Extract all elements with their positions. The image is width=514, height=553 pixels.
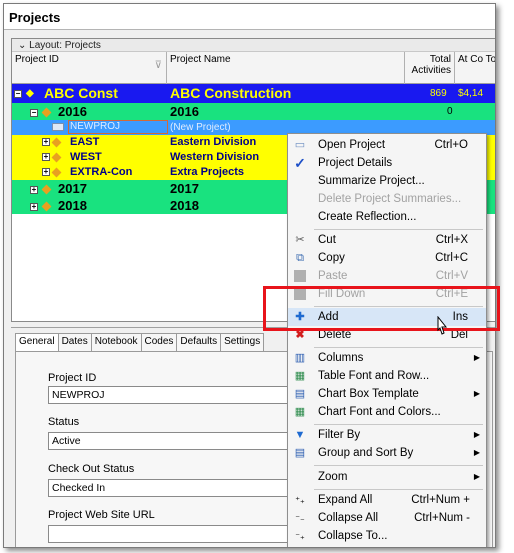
table-font-icon: ▦ — [294, 370, 306, 382]
menu-separator — [314, 424, 483, 425]
menu-item-create-reflection[interactable]: Create Reflection... — [288, 208, 486, 226]
projects-window: Projects ⌄ Layout: Projects Project ID ⊽… — [3, 3, 496, 548]
grid-header: Project ID ⊽ Project Name Total Activiti… — [12, 52, 495, 84]
submenu-arrow-icon: ▶ — [473, 448, 480, 457]
eps-node-icon — [40, 180, 53, 197]
window-title: Projects — [4, 4, 495, 30]
chart-font-icon: ▦ — [294, 406, 306, 418]
sort-icon: ⊽ — [154, 60, 162, 71]
chevron-down-icon[interactable]: ⌄ — [18, 40, 26, 51]
tab-codes[interactable]: Codes — [140, 333, 178, 351]
details-tabs: General Dates Notebook Codes Defaults Setting… — [15, 333, 265, 351]
menu-item-collapse-to[interactable]: ⁻₊ Collapse To... — [288, 527, 486, 545]
mouse-cursor-icon — [437, 316, 448, 335]
tab-dates[interactable]: Dates — [57, 333, 92, 351]
tab-notebook[interactable]: Notebook — [90, 333, 142, 351]
expand-icon[interactable]: + — [42, 165, 50, 180]
expand-icon[interactable]: + — [42, 135, 50, 150]
menu-item-chart-font[interactable]: ▦ Chart Font and Colors... — [288, 403, 486, 421]
table-row[interactable]: − ◆ ABC Const ABC Construction 869 $4,14 — [12, 84, 495, 103]
eps-icon: ◆ — [26, 88, 34, 99]
eps-node-icon — [40, 197, 53, 214]
web-url-label: Project Web Site URL — [48, 509, 155, 521]
column-total-activities[interactable]: Total Activities — [405, 52, 455, 84]
column-project-name[interactable]: Project Name — [167, 52, 405, 84]
menu-item-chart-box-template[interactable]: ▤ Chart Box Template ▶ — [288, 385, 486, 403]
table-row[interactable]: − 2016 2016 0 — [12, 103, 495, 120]
collapse-all-icon: ⁻₋ — [295, 513, 305, 523]
menu-separator — [314, 489, 483, 490]
checkout-status-label: Check Out Status — [48, 463, 135, 475]
menu-item-summarize-project[interactable]: Summarize Project... — [288, 172, 486, 190]
menu-separator — [314, 347, 483, 348]
columns-icon: ▥ — [294, 352, 306, 364]
highlight-box — [263, 286, 500, 331]
menu-item-cut[interactable]: ✂ Cut Ctrl+X — [288, 231, 486, 249]
menu-item-filter-by[interactable]: ▼ Filter By ▶ — [288, 426, 486, 444]
column-project-id[interactable]: Project ID ⊽ — [12, 52, 167, 84]
expand-all-icon: ⁺₊ — [295, 495, 305, 505]
submenu-arrow-icon: ▶ — [473, 353, 480, 362]
menu-item-delete-project-summaries[interactable]: Delete Project Summaries... — [288, 190, 486, 208]
tab-settings[interactable]: Settings — [220, 333, 265, 351]
menu-item-paste[interactable]: Paste Ctrl+V — [288, 267, 486, 285]
project-id-field[interactable]: NEWPROJ — [48, 386, 298, 404]
status-label: Status — [48, 416, 80, 428]
menu-separator — [314, 229, 483, 230]
submenu-arrow-icon: ▶ — [473, 430, 480, 439]
menu-item-project-details[interactable]: ✓ Project Details — [288, 154, 486, 172]
expand-icon[interactable]: + — [42, 150, 50, 165]
eps-node-icon — [50, 150, 63, 165]
menu-separator — [314, 465, 483, 466]
collapse-icon[interactable]: − — [30, 103, 38, 120]
folder-icon — [52, 120, 64, 135]
tab-defaults[interactable]: Defaults — [176, 333, 222, 351]
scissors-icon: ✂ — [295, 234, 305, 246]
collapse-icon[interactable]: − — [14, 84, 22, 103]
submenu-arrow-icon: ▶ — [473, 472, 480, 481]
paste-icon — [294, 270, 306, 282]
copy-icon: ⧉ — [296, 252, 304, 264]
menu-item-expand-all[interactable]: ⁺₊ Expand All Ctrl+Num + — [288, 491, 486, 509]
folder-open-icon: ▭ — [294, 139, 306, 151]
context-menu: ▭ Open Project Ctrl+O ✓ Project Details … — [287, 133, 487, 547]
collapse-to-icon: ⁻₊ — [295, 531, 305, 541]
eps-node-icon — [50, 135, 63, 150]
group-sort-icon: ▤ — [294, 447, 306, 459]
layout-label: Layout: Projects — [29, 40, 101, 51]
expand-icon[interactable]: + — [30, 180, 38, 197]
layout-bar[interactable]: ⌄ Layout: Projects — [12, 39, 495, 52]
menu-item-copy[interactable]: ⧉ Copy Ctrl+C — [288, 249, 486, 267]
checkout-status-field[interactable]: Checked In — [48, 479, 298, 497]
menu-item-columns[interactable]: ▥ Columns ▶ — [288, 349, 486, 367]
column-at-completion[interactable]: At Co To — [455, 52, 495, 84]
eps-node-icon — [40, 103, 53, 120]
eps-node-icon — [50, 165, 63, 180]
web-url-field[interactable] — [48, 525, 298, 543]
project-id-cell[interactable]: NEWPROJ — [68, 120, 168, 134]
menu-item-collapse-all[interactable]: ⁻₋ Collapse All Ctrl+Num - — [288, 509, 486, 527]
filter-icon: ▼ — [294, 429, 306, 441]
menu-item-group-sort[interactable]: ▤ Group and Sort By ▶ — [288, 444, 486, 462]
status-field[interactable]: Active — [48, 432, 298, 450]
expand-icon[interactable]: + — [30, 197, 38, 214]
chart-box-icon: ▤ — [294, 388, 306, 400]
submenu-arrow-icon: ▶ — [473, 389, 480, 398]
tab-general[interactable]: General — [15, 333, 59, 351]
menu-item-table-font[interactable]: ▦ Table Font and Row... — [288, 367, 486, 385]
checkmark-icon: ✓ — [294, 155, 306, 171]
project-id-label: Project ID — [48, 372, 97, 384]
menu-item-open-project[interactable]: ▭ Open Project Ctrl+O — [288, 136, 486, 154]
menu-item-zoom[interactable]: Zoom ▶ — [288, 468, 486, 486]
